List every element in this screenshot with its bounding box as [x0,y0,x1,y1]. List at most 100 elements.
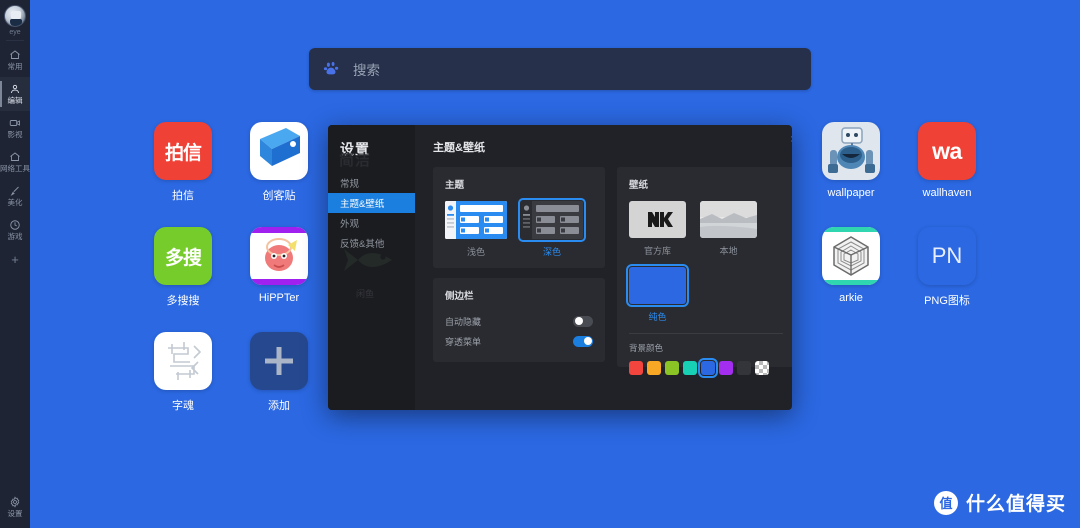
app-item-add[interactable]: 添加 [231,332,327,437]
app-icon-chuangketie[interactable] [250,122,308,180]
watermark-text: 什么值得买 [965,493,1066,515]
search-bar[interactable]: 搜索 [309,48,811,90]
app-icon-zihun[interactable] [154,332,212,390]
wallpaper-options-row-2: 纯色 [626,264,783,323]
settings-title: 设置 [340,141,370,157]
close-icon[interactable]: × [786,131,792,147]
settings-columns: 主题 浅色 深色 侧边栏 自动隐藏 穿透菜单 壁纸 官方库 本地 纯色 背景颜色 [433,167,792,378]
theme-option-light[interactable]: 浅色 [445,201,507,258]
search-input-placeholder[interactable]: 搜索 [353,59,380,79]
color-swatch-red[interactable] [629,361,643,375]
settings-nav-general[interactable]: 常规 [328,173,415,193]
wallpaper-thumb-local[interactable] [700,201,757,238]
app-item-arkie[interactable]: arkie [803,227,899,332]
app-label: arkie [839,292,863,304]
wallpaper-divider [629,333,783,334]
sidebar-item-youxi[interactable]: 游戏 [0,213,30,247]
settings-dialog: 简洁 设置 常规 主题&壁纸 外观 反馈&其他 闲鱼 主题&壁纸 主题 浅色 深… [328,125,792,410]
sidebar-item-settings[interactable]: 设置 [0,490,30,524]
toggle-penetrate-menu[interactable] [573,335,593,347]
wallpaper-panel: 壁纸 官方库 本地 纯色 背景颜色 [617,167,792,378]
settings-nav-appearance[interactable]: 外观 [328,213,415,233]
theme-thumb-dark[interactable] [518,198,586,242]
wallpaper-option-local[interactable]: 本地 [700,201,757,257]
app-icon-duosousou[interactable]: 多搜 [154,227,212,285]
wallpaper-label-official: 官方库 [643,246,671,256]
robot-glyph [828,127,875,173]
avatar-label: eye [9,29,21,36]
settings-nav-label: 反馈&其他 [340,239,385,250]
app-icon-paixin[interactable]: 拍信 [154,122,212,180]
app-icon-hippter[interactable] [250,227,308,285]
theme-thumb-light[interactable] [445,201,507,239]
baidu-paw-icon[interactable] [323,60,341,78]
app-icon-png-icons[interactable]: PN [918,227,976,285]
theme-option-dark[interactable]: 深色 [518,198,586,258]
brush-icon [9,185,21,197]
add-app-button[interactable] [250,332,308,390]
app-icon-text: PN [931,243,963,268]
color-swatch-blue[interactable] [698,358,718,378]
landscape-thumbnail-icon [700,201,757,238]
gear-icon [9,496,21,508]
toggle-row-autohide: 自动隐藏 [445,312,593,330]
app-item-duosousou[interactable]: 多搜 多搜搜 [135,227,231,332]
sidebar-item-yingshi[interactable]: 影视 [0,111,30,145]
app-icon-text: wa [932,137,962,164]
wallpaper-option-solid[interactable]: 纯色 [626,264,689,323]
app-icon-text: 多搜 [164,246,202,269]
sidebar-item-bianji[interactable]: 编辑 [0,77,30,111]
color-swatch-green[interactable] [665,361,679,375]
user-avatar-block[interactable]: eye [4,5,26,36]
dark-theme-preview-icon [521,201,583,239]
toggle-autohide[interactable] [573,315,593,327]
sidebar-label: 影视 [7,130,23,139]
app-item-wallpaper[interactable]: wallpaper [803,122,899,227]
app-icon-wallhaven[interactable]: wa [918,122,976,180]
settings-nav: 常规 主题&壁纸 外观 反馈&其他 [328,173,415,253]
sidebar-panel-title: 侧边栏 [445,291,474,302]
sidebar-settings-panel: 侧边栏 自动隐藏 穿透菜单 [433,278,605,362]
wallpaper-thumb-official[interactable] [629,201,686,238]
wallpaper-thumb-solid[interactable] [626,264,689,307]
light-theme-preview-icon [445,201,507,239]
app-label: PNG图标 [924,295,970,307]
sidebar-item-meihua[interactable]: 美化 [0,179,30,213]
app-item-png-icons[interactable]: PN PNG图标 [899,227,995,332]
theme-options: 浅色 深色 [445,198,593,258]
toggle-row-penetrate-menu: 穿透菜单 [445,332,593,350]
app-item-wallhaven[interactable]: wa wallhaven [899,122,995,227]
add-category-button[interactable]: + [11,253,19,267]
hippter-glyph [250,227,308,285]
app-item-zihun[interactable]: 字魂 [135,332,231,437]
wallpaper-panel-title: 壁纸 [629,180,649,191]
robot-avatar-icon[interactable] [4,5,26,27]
settings-nav-theme-wallpaper[interactable]: 主题&壁纸 [328,193,415,213]
app-label: HiPPTer [258,292,300,304]
wallpaper-option-official[interactable]: 官方库 [629,201,686,257]
settings-nav-feedback[interactable]: 反馈&其他 [328,233,415,253]
color-swatch-custom[interactable] [755,361,769,375]
app-item-chuangketie[interactable]: 创客贴 [231,122,327,227]
sidebar-label: 游戏 [7,232,23,241]
app-label: 多搜搜 [166,295,200,307]
toggle-label: 自动隐藏 [445,316,482,327]
color-swatch-teal[interactable] [683,361,697,375]
rail-accent-stripe [30,0,34,528]
color-swatch-dark[interactable] [737,361,751,375]
sidebar-item-changyong[interactable]: 常用 [0,43,30,77]
app-item-paixin[interactable]: 拍信 拍信 [135,122,231,227]
sidebar-item-wangluogongju[interactable]: 网络工具 [0,145,30,179]
app-icon-wallpaper[interactable] [822,122,880,180]
color-swatch-purple[interactable] [719,361,733,375]
app-icon-arkie[interactable] [822,227,880,285]
app-grid-left: 拍信 拍信 创客贴 多搜 多搜搜 HiPPTer 字魂 添加 [135,122,327,437]
sidebar-label: 常用 [7,62,23,71]
app-grid-right: wallpaper wa wallhaven arkie PN PNG图标 [803,122,995,332]
theme-panel: 主题 浅色 深色 [433,167,605,268]
app-item-hippter[interactable]: HiPPTer [231,227,327,332]
sidebar-label: 美化 [7,198,23,207]
watermark-logo-icon: 值 [933,490,958,515]
color-swatch-orange[interactable] [647,361,661,375]
app-label: 拍信 [172,190,194,202]
